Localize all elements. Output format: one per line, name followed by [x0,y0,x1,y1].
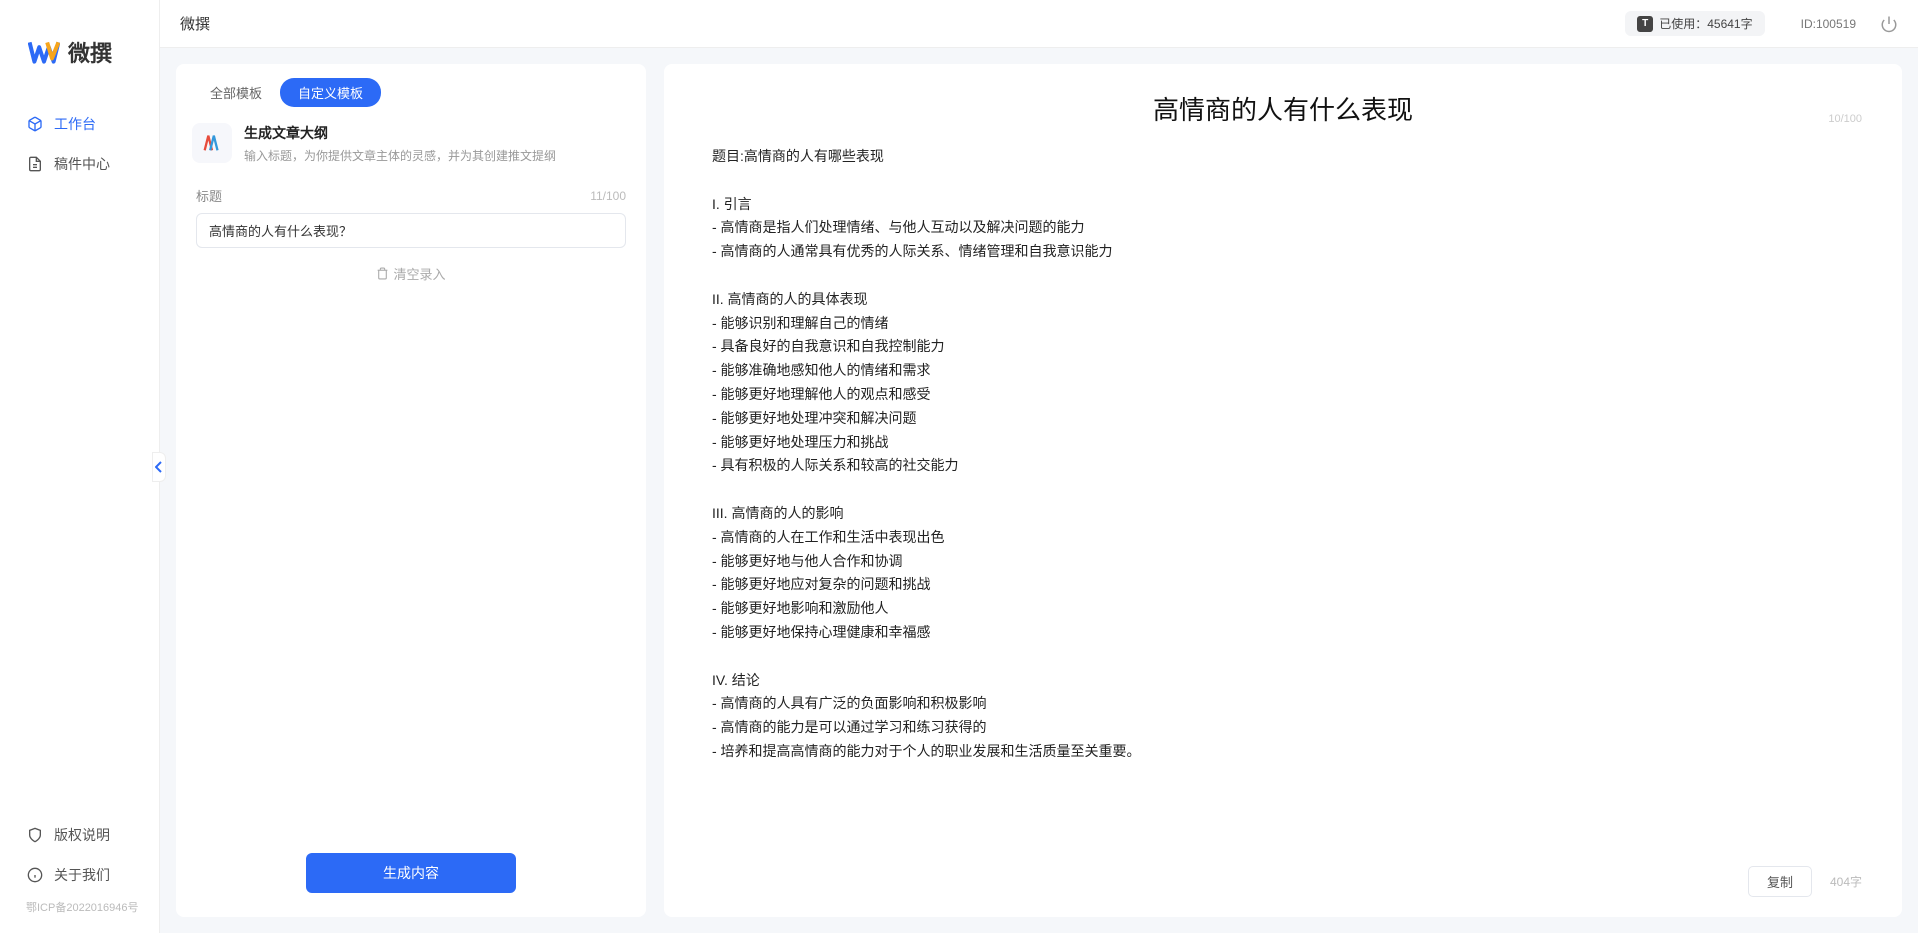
nav-workbench[interactable]: 工作台 [0,104,159,144]
copy-button[interactable]: 复制 [1748,866,1812,897]
title-counter: 11/100 [590,189,626,203]
text-icon: T [1637,16,1653,32]
output-word-count: 404字 [1830,873,1862,890]
nav-label: 版权说明 [54,825,110,845]
main-nav: 工作台 稿件中心 [0,94,159,815]
template-tabs: 全部模板 自定义模板 [176,64,646,113]
title-input[interactable] [196,213,626,248]
template-desc: 输入标题，为你提供文章主体的灵感，并为其创建推文提纲 [244,147,556,164]
generate-button[interactable]: 生成内容 [306,853,516,893]
output-title: 高情商的人有什么表现 [704,90,1862,127]
topbar: 微撰 T 已使用： 45641字 ID:100519 [160,0,1918,48]
output-title-counter: 10/100 [1828,113,1862,125]
shield-icon [26,826,44,844]
nav-copyright[interactable]: 版权说明 [0,815,159,855]
trash-icon [376,267,389,280]
output-panel: 高情商的人有什么表现 10/100 题目:高情商的人有哪些表现 I. 引言 - … [664,64,1902,917]
tab-all-templates[interactable]: 全部模板 [192,78,280,107]
clear-input-button[interactable]: 清空录入 [176,248,646,299]
document-icon [26,155,44,173]
user-id: ID:100519 [1801,17,1856,31]
input-panel: 全部模板 自定义模板 生成文章大纲 输入标题，为你提供文章主体的灵感，并为其创建… [176,64,646,917]
nav-about[interactable]: 关于我们 [0,855,159,895]
page-title: 微撰 [180,13,210,34]
usage-value: 45641字 [1707,15,1752,32]
power-icon[interactable] [1880,15,1898,33]
template-title: 生成文章大纲 [244,123,556,143]
brand-name: 微撰 [68,36,112,68]
usage-label: 已使用： [1659,15,1707,32]
nav-label: 关于我们 [54,865,110,885]
logo-mark-icon [28,39,60,65]
usage-badge[interactable]: T 已使用： 45641字 [1625,11,1764,36]
sidebar: 微撰 工作台 稿件中心 版权说明 [0,0,160,933]
cube-icon [26,115,44,133]
nav-label: 稿件中心 [54,154,110,174]
icp-record[interactable]: 鄂ICP备2022016946号 [0,895,159,925]
title-label: 标题 [196,186,222,205]
sidebar-collapse-handle[interactable] [152,452,166,482]
tab-custom-templates[interactable]: 自定义模板 [280,78,381,107]
template-icon [192,123,232,163]
nav-label: 工作台 [54,114,96,134]
brand-logo: 微撰 [0,0,159,94]
info-icon [26,866,44,884]
template-card: 生成文章大纲 输入标题，为你提供文章主体的灵感，并为其创建推文提纲 [176,113,646,180]
title-form: 标题 11/100 [176,180,646,248]
nav-drafts[interactable]: 稿件中心 [0,144,159,184]
clear-label: 清空录入 [393,264,445,283]
output-body[interactable]: 题目:高情商的人有哪些表现 I. 引言 - 高情商是指人们处理情绪、与他人互动以… [664,131,1902,852]
bottom-nav: 版权说明 关于我们 鄂ICP备2022016946号 [0,815,159,933]
